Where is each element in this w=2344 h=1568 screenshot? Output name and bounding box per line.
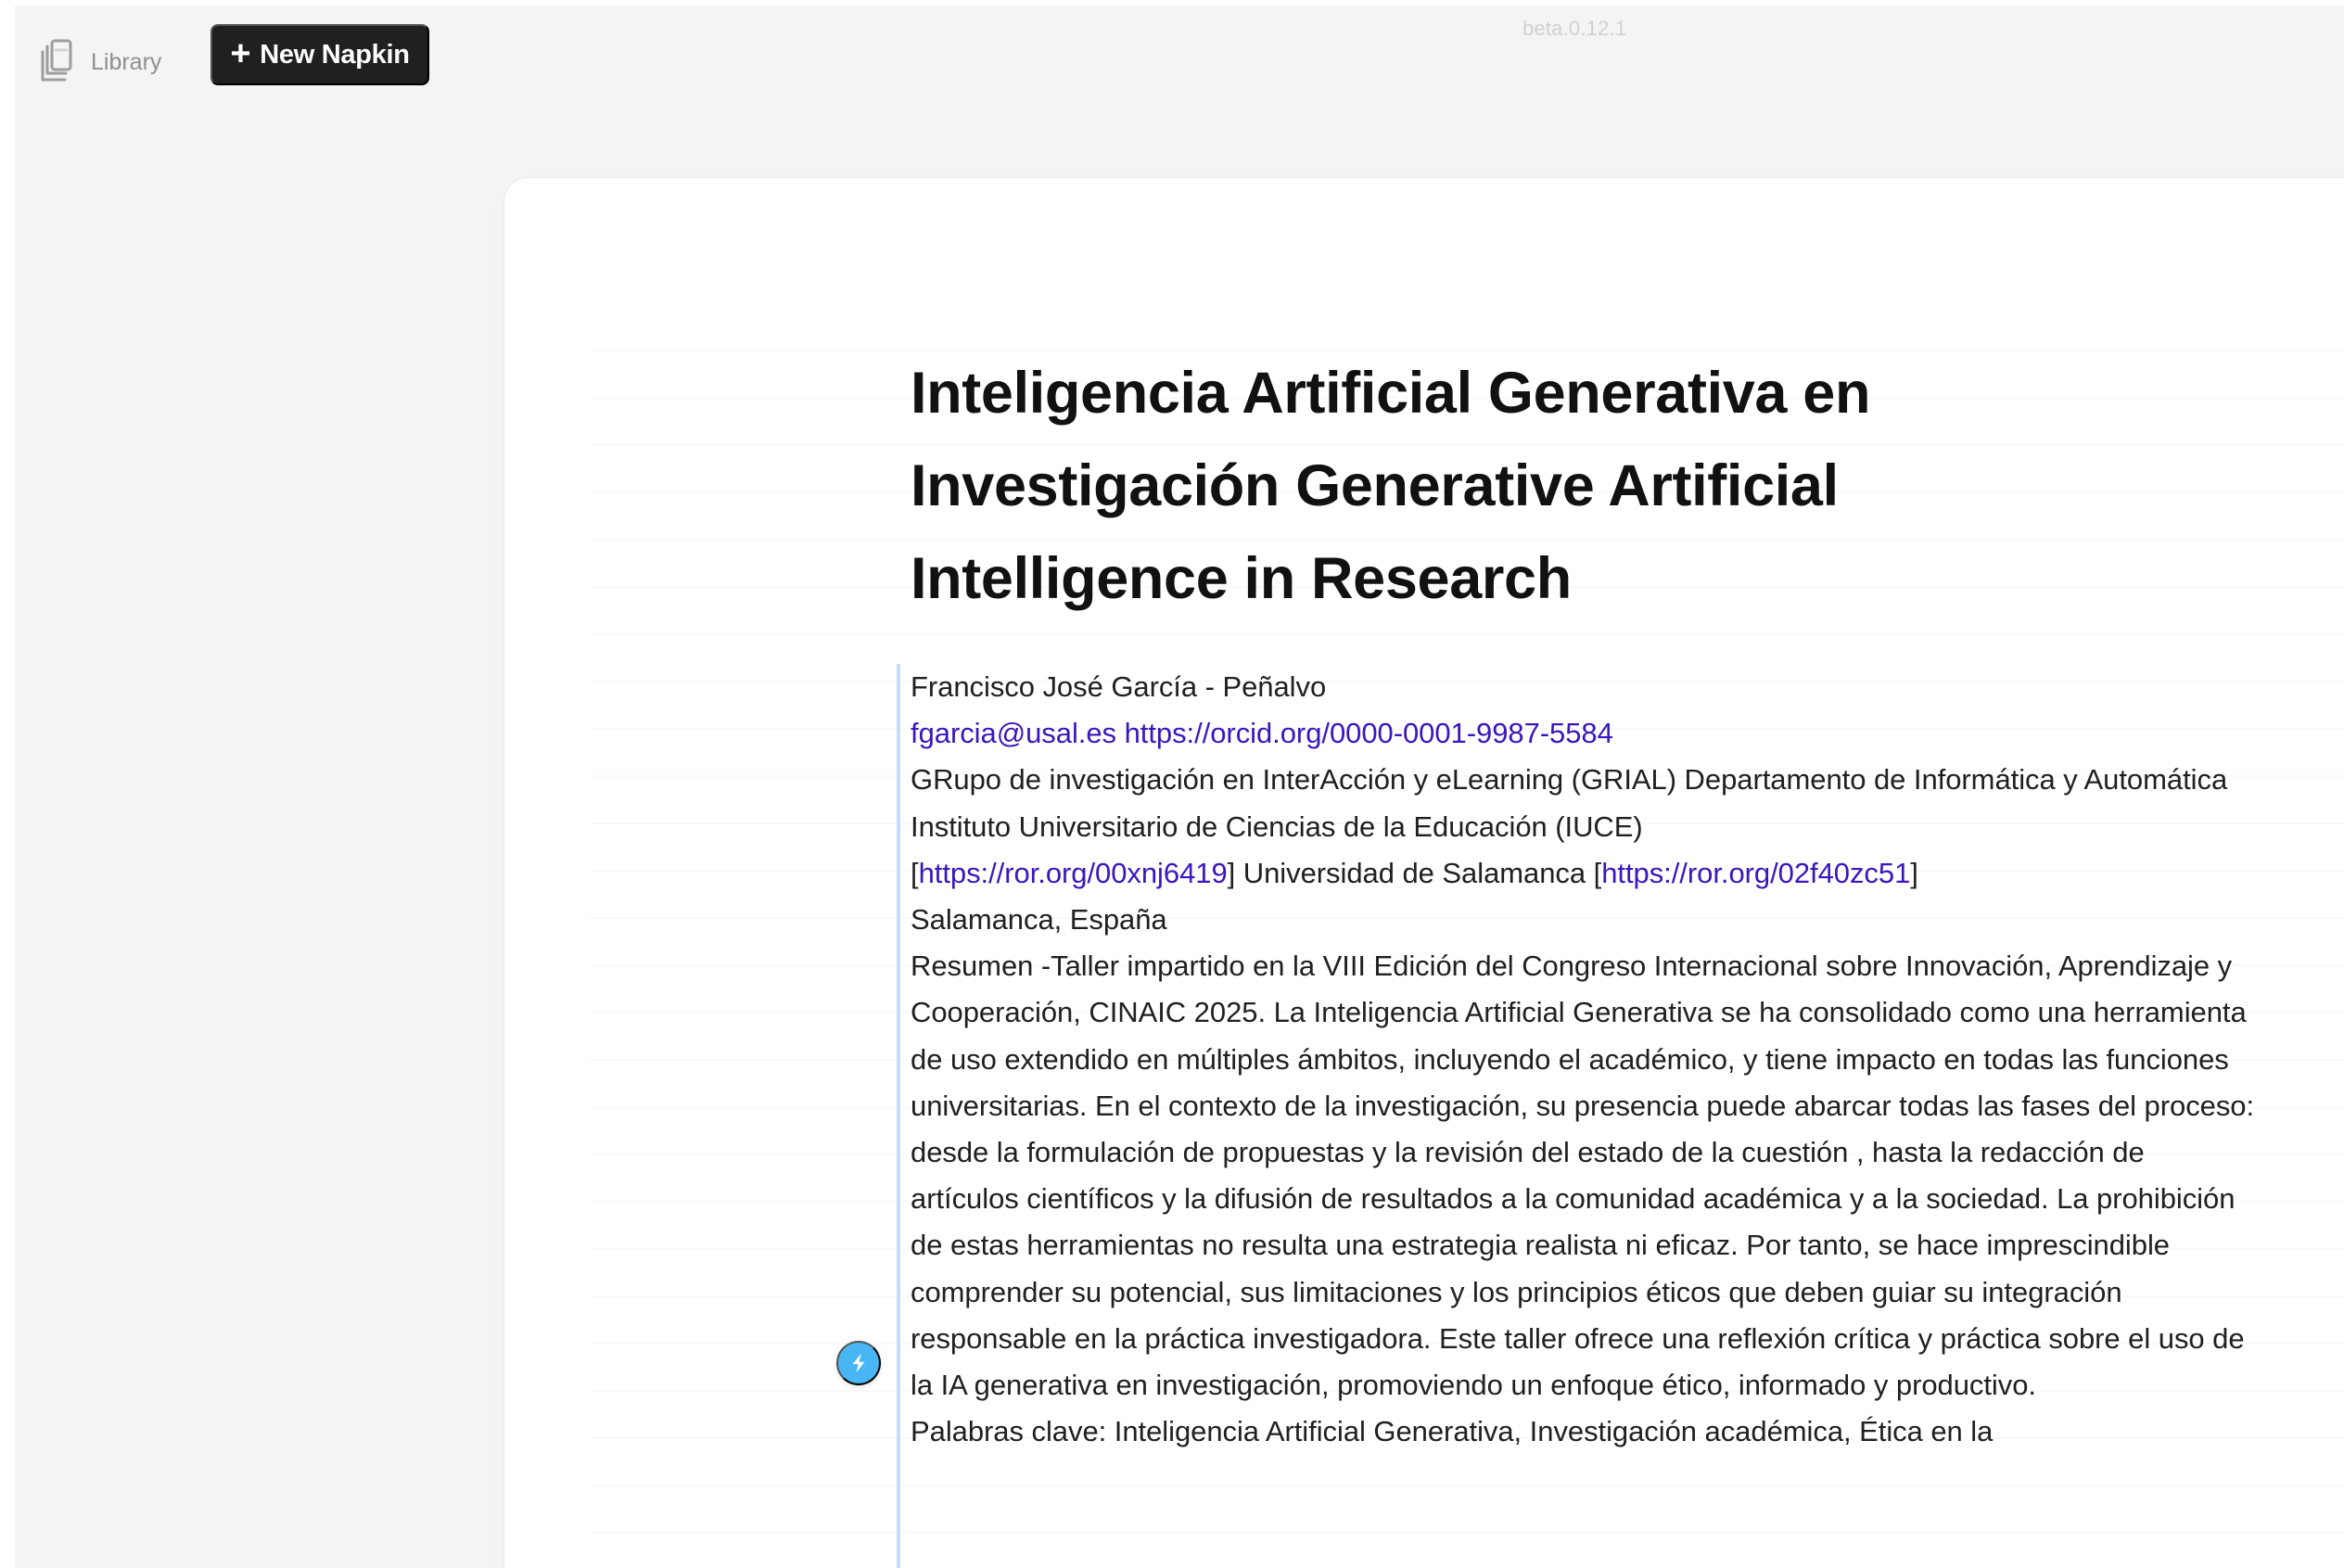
new-napkin-button[interactable]: + New Napkin [210, 24, 429, 85]
abstract-text: Resumen -Taller impartido en la VIII Edi… [911, 950, 2255, 1402]
text-selection-indicator [897, 664, 900, 1568]
document-title[interactable]: Inteligencia Artificial Generativa en In… [911, 347, 2023, 625]
affiliation-text: GRupo de investigación en InterAcción y … [911, 763, 2228, 843]
lightning-bolt-icon [847, 1351, 871, 1375]
ror-close-bracket: ] [1910, 856, 1918, 889]
document-body[interactable]: Francisco José García - Peñalvo fgarcia@… [897, 664, 2255, 1568]
ror-link-salamanca[interactable]: https://ror.org/02f40zc51 [1601, 857, 1910, 889]
ror-middle-text: ] Universidad de Salamanca [ [1227, 856, 1602, 889]
contact-line: fgarcia@usal.es https://orcid.org/0000-0… [911, 710, 2255, 757]
abstract-paragraph: Resumen -Taller impartido en la VIII Edi… [911, 943, 2255, 1409]
napkin-app: Library + New Napkin beta.0.12.1 Intelig… [15, 6, 2344, 1568]
affiliation-paragraph: GRupo de investigación en InterAcción y … [911, 757, 2255, 849]
email-link[interactable]: fgarcia@usal.es [911, 717, 1116, 749]
author-line: Francisco José García - Peñalvo [911, 664, 2255, 710]
document-card: Inteligencia Artificial Generativa en In… [504, 178, 2344, 1568]
spark-action-button[interactable] [836, 1341, 881, 1385]
library-button[interactable]: Library [39, 32, 161, 91]
ror-link-grial[interactable]: https://ror.org/00xnj6419 [919, 857, 1228, 889]
version-label: beta.0.12.1 [1522, 17, 1627, 40]
orcid-link[interactable]: https://orcid.org/0000-0001-9987-5584 [1125, 717, 1613, 749]
location-line: Salamanca, España [911, 897, 2255, 943]
library-label: Library [91, 48, 162, 75]
ror-line: [https://ror.org/00xnj6419] Universidad … [911, 850, 2255, 897]
top-bar: Library + New Napkin beta.0.12.1 [15, 6, 2344, 108]
author-name: Francisco José García - Peñalvo [911, 670, 1327, 703]
keywords-line: Palabras clave: Inteligencia Artificial … [911, 1409, 2255, 1455]
ror-open-bracket: [ [911, 856, 919, 889]
new-napkin-label: New Napkin [260, 39, 410, 70]
library-icon [39, 39, 74, 83]
plus-icon: + [230, 34, 251, 73]
keywords-text: Palabras clave: Inteligencia Artificial … [911, 1415, 1994, 1448]
document-content: Inteligencia Artificial Generativa en In… [897, 347, 2255, 1568]
location-text: Salamanca, España [911, 903, 1167, 937]
